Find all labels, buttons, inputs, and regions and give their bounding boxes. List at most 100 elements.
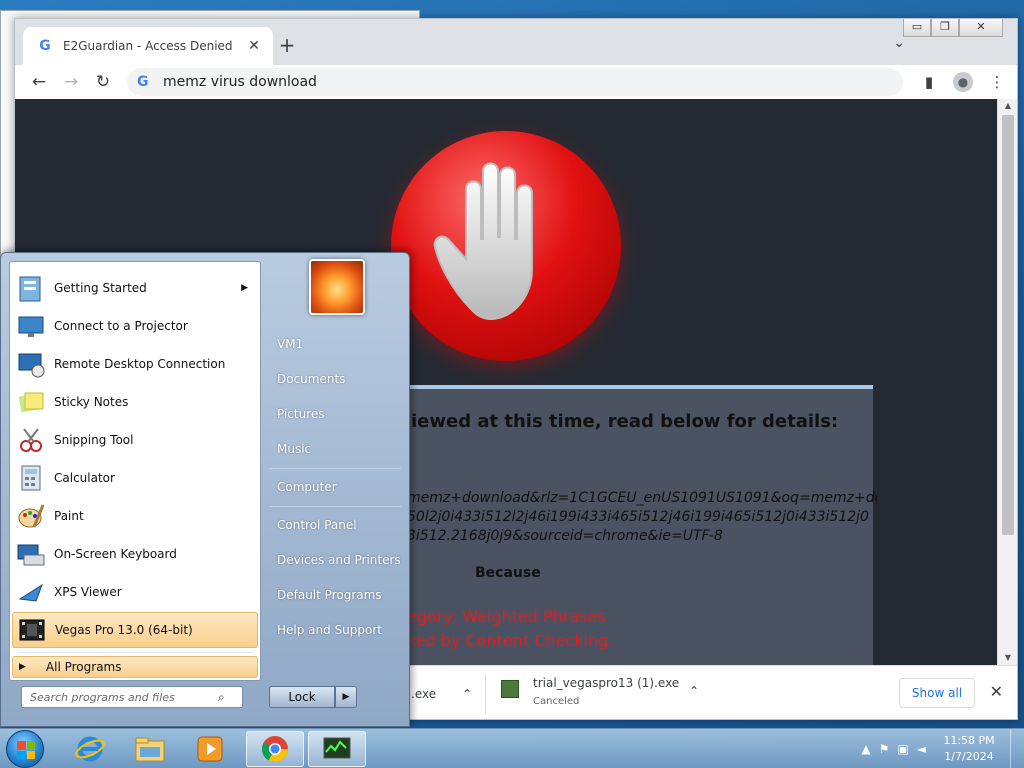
start-search-box[interactable]: ⌕ — [21, 686, 243, 708]
search-icon[interactable]: ⌕ — [218, 690, 225, 705]
start-item-calculator[interactable]: Calculator — [12, 460, 258, 496]
start-right-pictures[interactable]: Pictures — [269, 399, 401, 429]
start-right-control-panel[interactable]: Control Panel — [269, 510, 401, 540]
snipping-tool-icon — [14, 423, 48, 457]
xps-viewer-icon — [14, 575, 48, 609]
tab-close-icon[interactable]: ✕ — [245, 38, 263, 54]
start-item-label: Remote Desktop Connection — [54, 357, 226, 371]
clock-date: 1/7/2024 — [944, 750, 994, 763]
tab-strip: G E2Guardian - Access Denied ✕ + ⌄ ▭ ❐ ✕ — [15, 19, 1017, 65]
paint-icon — [14, 499, 48, 533]
forward-icon[interactable]: → — [55, 72, 87, 92]
start-right-computer[interactable]: Computer — [269, 472, 401, 502]
getting-started-icon — [14, 271, 48, 305]
because-label: Because — [475, 565, 541, 581]
system-tray: ▲ ⚑ ▣ ◄ 11:58 PM 1/7/2024 — [861, 729, 1024, 768]
close-window-button[interactable]: ✕ — [959, 19, 1003, 37]
start-right-music[interactable]: Music — [269, 434, 401, 464]
start-search-input[interactable] — [30, 690, 218, 704]
taskbar-vm-app[interactable] — [308, 731, 366, 767]
new-tab-button[interactable]: + — [277, 33, 297, 57]
start-right-default-programs[interactable]: Default Programs — [269, 580, 401, 610]
menu-icon[interactable]: ⋮ — [983, 68, 1011, 96]
blocked-url: memz+download&rlz=1C1GCEU_enUS1091US1091… — [407, 489, 877, 546]
tab-search-icon[interactable]: ⌄ — [893, 35, 905, 51]
vertical-scrollbar[interactable]: ▲ ▼ — [997, 99, 1017, 665]
start-item-label: Calculator — [54, 471, 115, 485]
page-heading: iewed at this time, read below for detai… — [411, 411, 839, 432]
all-programs-button[interactable]: ▶ All Programs — [12, 656, 258, 678]
user-picture[interactable] — [309, 259, 365, 315]
tray-overflow-arrow-icon[interactable]: ▲ — [861, 742, 870, 756]
taskbar-internet-explorer[interactable] — [62, 731, 118, 767]
start-item-vegas-pro[interactable]: Vegas Pro 13.0 (64-bit) — [12, 612, 258, 648]
chevron-up-icon[interactable]: ⌃ — [462, 687, 472, 701]
chrome-icon — [261, 736, 289, 763]
start-item-paint[interactable]: Paint — [12, 498, 258, 534]
lock-options-arrow-icon[interactable]: ▶ — [335, 686, 357, 708]
sticky-notes-icon — [14, 385, 48, 419]
start-item-sticky-notes[interactable]: Sticky Notes — [12, 384, 258, 420]
show-desktop-button[interactable] — [1010, 729, 1024, 768]
projector-icon — [14, 309, 48, 343]
start-item-remote-desktop[interactable]: Remote Desktop Connection — [12, 346, 258, 382]
address-bar-text[interactable]: memz virus download — [163, 74, 317, 90]
taskbar-chrome[interactable] — [246, 731, 304, 767]
close-download-bar-icon[interactable]: ✕ — [990, 682, 1003, 701]
divider — [18, 652, 252, 653]
action-center-warning-icon[interactable]: ⚑ — [879, 742, 890, 756]
divider — [485, 674, 486, 714]
start-item-projector[interactable]: Connect to a Projector — [12, 308, 258, 344]
back-icon[interactable]: ← — [23, 72, 55, 92]
clock-time: 11:58 PM — [943, 734, 995, 747]
browser-toolbar: ← → ↻ G memz virus download ▮ ● ⋮ — [15, 65, 1017, 99]
reload-icon[interactable]: ↻ — [87, 72, 119, 92]
start-right-documents[interactable]: Documents — [269, 364, 401, 394]
lock-button[interactable]: Lock — [269, 686, 335, 708]
tab-access-denied[interactable]: G E2Guardian - Access Denied ✕ — [23, 27, 273, 65]
task-manager-icon — [323, 737, 351, 759]
download-item[interactable]: trial_vegaspro13 (1).exe Canceled — [501, 676, 679, 707]
taskbar-explorer[interactable] — [122, 731, 178, 767]
profile-button[interactable]: ● — [949, 68, 977, 96]
start-item-label: Sticky Notes — [54, 395, 129, 409]
tab-title: E2Guardian - Access Denied — [63, 39, 233, 53]
start-right-vm1[interactable]: VM1 — [269, 329, 401, 359]
network-icon[interactable]: ▣ — [897, 742, 908, 756]
start-right-help-support[interactable]: Help and Support — [269, 615, 401, 645]
blocked-url-line: 3i512.2168j0j9&sourceid=chrome&ie=UTF-8 — [407, 528, 723, 544]
stop-hand-icon — [391, 131, 621, 361]
download-status: Canceled — [533, 696, 580, 707]
folder-icon — [135, 737, 165, 762]
keyboard-icon — [14, 537, 48, 571]
chevron-up-icon[interactable]: ⌃ — [689, 684, 699, 698]
remote-desktop-icon — [14, 347, 48, 381]
taskbar-media-player[interactable] — [182, 731, 238, 767]
side-panel-icon[interactable]: ▮ — [915, 68, 943, 96]
media-player-icon — [197, 736, 223, 762]
download-filename: trial_vegaspro13 (1).exe — [533, 676, 680, 690]
start-item-xps-viewer[interactable]: XPS Viewer — [12, 574, 258, 610]
start-item-snipping-tool[interactable]: Snipping Tool — [12, 422, 258, 458]
start-menu: Getting Started ▶ Connect to a Projector… — [0, 252, 410, 727]
minimize-button[interactable]: ▭ — [903, 19, 931, 37]
download-item[interactable]: .exe ⌃ — [411, 666, 472, 719]
start-item-on-screen-keyboard[interactable]: On-Screen Keyboard — [12, 536, 258, 572]
scroll-thumb[interactable] — [1002, 115, 1014, 535]
start-item-label: On-Screen Keyboard — [54, 547, 177, 561]
profile-avatar-icon: ● — [953, 72, 973, 92]
start-button[interactable] — [6, 730, 44, 768]
volume-muted-icon[interactable]: ◄ — [917, 742, 926, 756]
scroll-down-icon[interactable]: ▼ — [998, 651, 1017, 665]
google-favicon-icon: G — [39, 38, 51, 54]
start-item-getting-started[interactable]: Getting Started ▶ — [12, 270, 258, 306]
start-right-devices-printers[interactable]: Devices and Printers — [269, 545, 401, 575]
restore-button[interactable]: ❐ — [931, 19, 959, 37]
start-item-label: Getting Started — [54, 281, 147, 295]
scroll-up-icon[interactable]: ▲ — [998, 99, 1017, 113]
blocked-url-line: 50l2j0i433i512l2j46i199i433i465i512j46i1… — [407, 509, 869, 525]
show-all-button[interactable]: Show all — [899, 678, 975, 708]
clock[interactable]: 11:58 PM 1/7/2024 — [934, 733, 1004, 765]
address-bar[interactable]: G memz virus download — [127, 68, 903, 96]
toolbar-right: ▮ ● ⋮ — [915, 68, 1011, 96]
